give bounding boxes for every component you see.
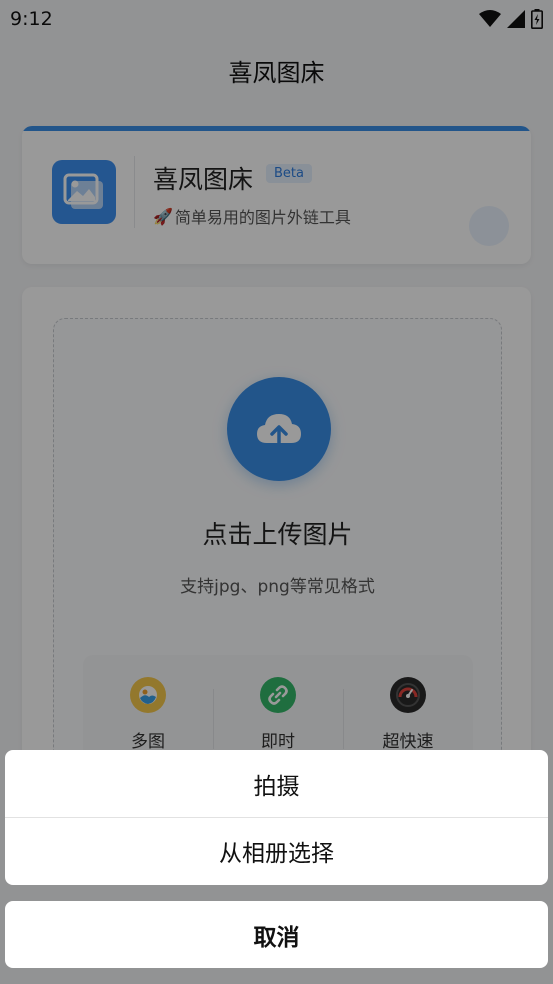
cancel-button[interactable]: 取消 — [5, 901, 548, 968]
choose-from-album-option[interactable]: 从相册选择 — [5, 817, 548, 884]
take-photo-option[interactable]: 拍摄 — [5, 750, 548, 817]
action-sheet: 拍摄 从相册选择 — [5, 750, 548, 885]
